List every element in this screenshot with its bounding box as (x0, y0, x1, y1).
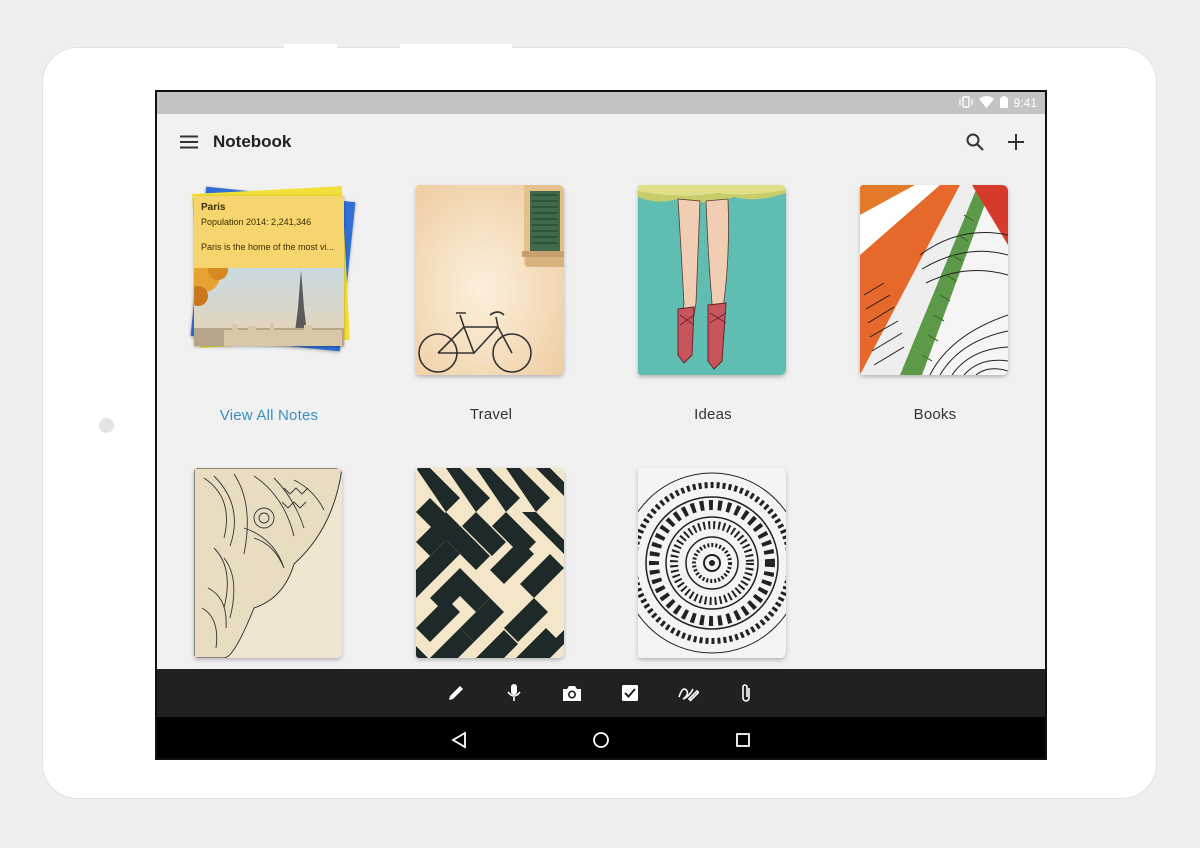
search-icon[interactable] (963, 130, 987, 154)
home-icon[interactable] (590, 729, 612, 751)
notebook-label[interactable]: View All Notes (157, 407, 384, 424)
note-preview-card: Paris Population 2014: 2,241,346 Paris i… (194, 196, 344, 268)
bottom-toolbar (157, 669, 1045, 717)
scribble-icon[interactable] (677, 682, 699, 704)
hardware-button (284, 44, 337, 49)
status-bar: 9:41 (157, 92, 1045, 114)
page-title: Notebook (213, 132, 292, 151)
notebook-cover (416, 468, 564, 658)
back-icon[interactable] (448, 729, 470, 751)
wifi-icon (978, 95, 994, 111)
note-title: Paris (201, 202, 226, 213)
recents-icon[interactable] (732, 729, 754, 751)
app-bar: Notebook (157, 114, 1045, 170)
notebook-cover (638, 468, 786, 658)
notebook-cover (416, 185, 564, 375)
hamburger-menu-icon[interactable] (179, 132, 199, 152)
note-line: Paris is the home of the most vi... (201, 242, 335, 252)
microphone-icon[interactable] (503, 682, 525, 704)
hardware-button (400, 44, 512, 49)
notebook-label[interactable]: Books (820, 406, 1045, 423)
system-nav-bar (157, 717, 1045, 758)
notebook-cover (194, 468, 342, 658)
note-line: Population 2014: 2,241,346 (201, 217, 312, 227)
clock: 9:41 (1013, 96, 1037, 110)
notebook-cover (860, 185, 1008, 375)
screen: 9:41 Notebook Paris Population 2014: 2,2… (155, 90, 1047, 760)
paris-photo (194, 268, 344, 346)
camera-dot (99, 418, 114, 433)
notebook-cover (638, 185, 786, 375)
camera-icon[interactable] (561, 682, 583, 704)
battery-icon (999, 95, 1008, 111)
pencil-icon[interactable] (445, 682, 467, 704)
notebook-label[interactable]: Ideas (598, 406, 828, 423)
checkbox-icon[interactable] (619, 682, 641, 704)
paperclip-icon[interactable] (735, 682, 757, 704)
notes-stack-front: Paris Population 2014: 2,241,346 Paris i… (194, 196, 344, 346)
plus-icon[interactable] (1004, 130, 1028, 154)
notebook-label[interactable]: Travel (376, 406, 606, 423)
vibrate-icon (959, 95, 973, 111)
